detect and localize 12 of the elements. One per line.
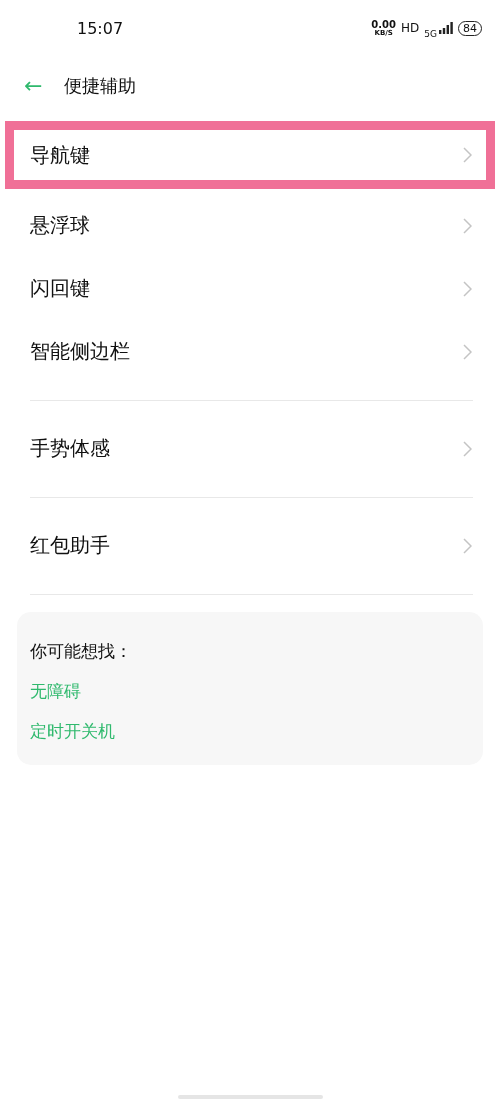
chevron-icon (463, 537, 472, 554)
hd-indicator: HD (401, 21, 420, 35)
chevron-icon (463, 147, 472, 163)
chevron-icon (463, 440, 472, 457)
chevron-icon (463, 343, 472, 360)
page-title: 便捷辅助 (64, 74, 137, 98)
chevron-icon (463, 280, 472, 297)
status-time: 15:07 (77, 18, 124, 38)
chevron-icon (463, 217, 472, 234)
suggestion-title: 你可能想找： (30, 640, 133, 663)
signal-icon (439, 22, 453, 34)
network-type: 5G (424, 29, 437, 39)
